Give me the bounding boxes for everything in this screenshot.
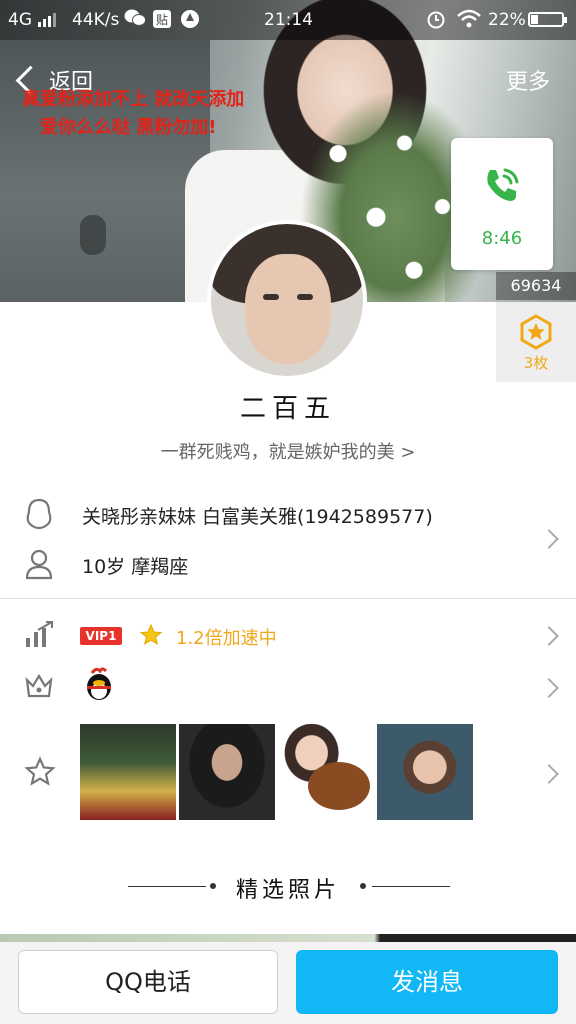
wifi-icon	[456, 9, 482, 34]
phone-icon	[487, 168, 519, 201]
signal-icon	[38, 13, 60, 27]
svg-text:贴: 贴	[156, 13, 168, 27]
call-tile[interactable]: 8:46	[451, 138, 553, 270]
wechat-icon	[124, 8, 146, 33]
featured-photo[interactable]	[278, 724, 374, 820]
vip-speed-text: 1.2倍加速中	[176, 628, 277, 649]
more-button[interactable]: 更多	[506, 64, 550, 96]
avatar-eye-right	[297, 294, 313, 300]
section-dot-right	[360, 883, 366, 889]
qq-penguin-icon	[26, 498, 52, 530]
avatar-face	[245, 254, 331, 364]
like-count: 3枚	[523, 354, 549, 372]
network-speed: 44K/s	[72, 10, 120, 30]
cover-note: 真爱粉添加不上 就改天添加 爱你么么哒 黑粉勿加!	[22, 86, 244, 142]
crown-icon	[25, 673, 53, 698]
star-icon	[140, 624, 162, 646]
app-icon	[180, 9, 200, 34]
chevron-right-icon	[539, 626, 559, 646]
section-rule-right	[372, 886, 450, 887]
featured-photo[interactable]	[377, 724, 473, 820]
relationship-text: 关晓彤亲妹妹 白富美关雅(1942589577)	[82, 506, 433, 528]
star-outline-icon	[24, 756, 56, 786]
profile-signature[interactable]: 一群死贱鸡，就是嫉妒我的美 >	[0, 438, 576, 464]
featured-photo[interactable]	[179, 724, 275, 820]
cover-note-line-2: 爱你么么哒 黑粉勿加!	[40, 117, 217, 138]
featured-photo[interactable]	[80, 724, 176, 820]
age-zodiac-text: 10岁 摩羯座	[82, 556, 189, 578]
vip-badge: VIP1	[80, 627, 122, 645]
status-bar: 4G 44K/s 贴 21:14 22%	[0, 0, 576, 40]
like-button[interactable]: 3枚	[496, 302, 576, 382]
user-icon	[25, 549, 53, 580]
divider	[0, 598, 576, 599]
bottom-action-bar: QQ电话 发消息	[0, 942, 576, 1024]
star-badge-icon	[520, 314, 552, 350]
chevron-right-icon	[539, 529, 559, 549]
avatar[interactable]	[207, 220, 367, 380]
battery-icon	[528, 12, 567, 27]
chevron-right-icon	[539, 678, 559, 698]
call-time: 8:46	[481, 228, 523, 249]
qq-penguin-pet-icon	[87, 667, 111, 700]
alarm-icon	[426, 9, 446, 34]
network-type: 4G	[8, 10, 32, 30]
level-up-icon	[26, 621, 53, 647]
visitor-count: 69634	[496, 272, 576, 300]
avatar-eye-left	[263, 294, 279, 300]
profile-name: 二百五	[239, 394, 336, 424]
battery-percent: 22%	[488, 10, 526, 30]
selected-photos-title: 精选照片	[235, 878, 340, 903]
info-row-personal[interactable]: 关晓彤亲妹妹 白富美关雅(1942589577) 10岁 摩羯座	[0, 492, 576, 592]
chevron-right-icon	[539, 764, 559, 784]
cover-note-line-1: 真爱粉添加不上 就改天添加	[22, 89, 245, 110]
photo-wall-preview[interactable]	[0, 934, 576, 942]
cover-door-handle	[80, 215, 106, 255]
qq-call-button[interactable]: QQ电话	[18, 950, 278, 1014]
tieba-icon: 贴	[152, 9, 172, 34]
clock-time: 21:14	[264, 10, 313, 30]
send-message-button[interactable]: 发消息	[296, 950, 558, 1014]
